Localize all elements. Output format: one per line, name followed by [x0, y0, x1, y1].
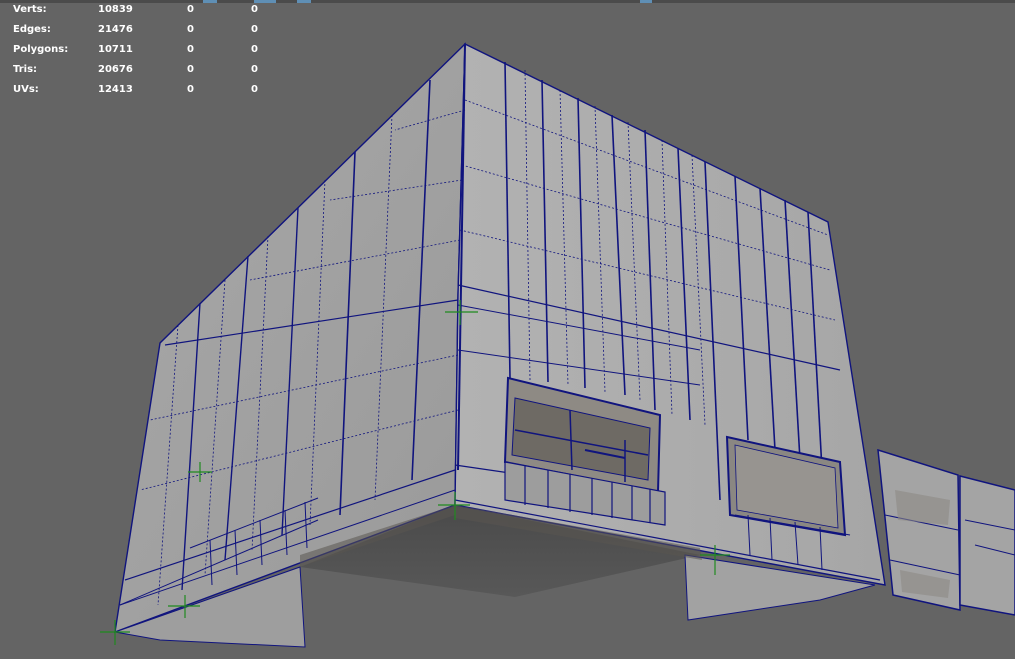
heads-up-display: Verts: 10839 0 0 Edges: 21476 0 0 Polygo… — [0, 0, 300, 100]
hud-selected-value: 0 — [187, 4, 194, 15]
hud-component-value: 0 — [251, 4, 258, 15]
hud-total-value: 10711 — [98, 44, 133, 55]
hud-component-value: 0 — [251, 84, 258, 95]
hud-row-verts: Verts: 10839 0 0 — [0, 0, 300, 20]
hud-selected-value: 0 — [187, 64, 194, 75]
hud-row-polygons: Polygons: 10711 0 0 — [0, 40, 300, 60]
hud-row-uvs: UVs: 12413 0 0 — [0, 80, 300, 100]
hud-total-value: 21476 — [98, 24, 133, 35]
hud-row-edges: Edges: 21476 0 0 — [0, 20, 300, 40]
hud-selected-value: 0 — [187, 24, 194, 35]
texture-panels — [877, 448, 1015, 616]
hud-label: Tris: — [13, 64, 38, 75]
hud-selected-value: 0 — [187, 44, 194, 55]
hud-component-value: 0 — [251, 24, 258, 35]
hud-component-value: 0 — [251, 44, 258, 55]
hud-label: Verts: — [13, 4, 47, 15]
hud-row-tris: Tris: 20676 0 0 — [0, 60, 300, 80]
hud-component-value: 0 — [251, 64, 258, 75]
hud-selected-value: 0 — [187, 84, 194, 95]
hud-total-value: 12413 — [98, 84, 133, 95]
hud-label: Edges: — [13, 24, 51, 35]
hud-label: Polygons: — [13, 44, 69, 55]
hud-total-value: 10839 — [98, 4, 133, 15]
hud-total-value: 20676 — [98, 64, 133, 75]
hud-label: UVs: — [13, 84, 39, 95]
